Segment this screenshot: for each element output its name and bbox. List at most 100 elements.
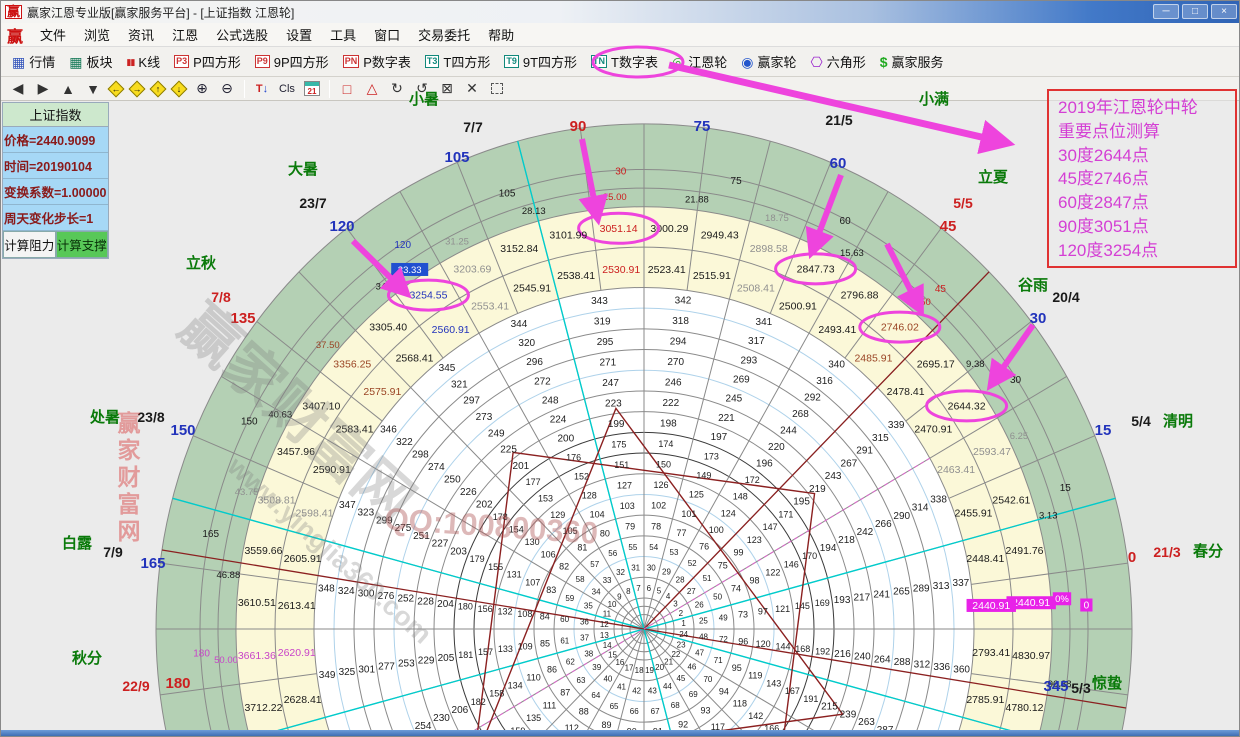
- pan-down-icon: ↓: [177, 84, 182, 94]
- t-icon: T: [256, 83, 263, 95]
- tool-nav-last-button[interactable]: ▶: [31, 79, 55, 99]
- calc-resistance-button[interactable]: 计算阻力: [3, 231, 56, 258]
- minimize-button[interactable]: ─: [1153, 4, 1179, 19]
- annotation-note-box: 2019年江恩轮中轮重要点位测算30度2644点45度2746点60度2847点…: [1047, 89, 1237, 268]
- index-name: 上证指数: [3, 103, 108, 127]
- info-row-0: 价格=2440.9099: [3, 127, 108, 153]
- pan-left-icon: ←: [112, 84, 121, 94]
- menu-item-3[interactable]: 江恩: [163, 23, 207, 46]
- toolbar-winner-wheel-button[interactable]: ◉赢家轮: [734, 50, 803, 74]
- toolbar-t-square-button[interactable]: T3T四方形: [418, 50, 497, 74]
- menu-item-7[interactable]: 窗口: [365, 23, 409, 46]
- triangle-tool-icon: △: [367, 80, 378, 97]
- title-bar: 赢 赢家江恩专业版[赢家服务平台] - [上证指数 江恩轮] ─□×: [1, 1, 1240, 23]
- calc-support-button[interactable]: 计算支撑: [56, 231, 109, 258]
- p-square-label: P四方形: [193, 52, 241, 71]
- toolbar-p-square-button[interactable]: P3 P四方形: [167, 50, 248, 74]
- tool-select-region-button[interactable]: [485, 79, 509, 99]
- zoom-in-icon: ⊕: [196, 80, 208, 97]
- hexagon-label: 六角形: [827, 52, 866, 71]
- toolbar-p-table-button[interactable]: PNP数字表: [336, 50, 418, 74]
- tool-calendar-button[interactable]: 21: [300, 79, 324, 99]
- tool-zoom-in-button[interactable]: ⊕: [190, 79, 214, 99]
- rotate-ccw-icon: ↺: [416, 80, 428, 97]
- menu-item-1[interactable]: 浏览: [75, 23, 119, 46]
- toolbar-separator: [329, 80, 330, 98]
- menu-item-6[interactable]: 工具: [321, 23, 365, 46]
- tool-triangle-tool-button[interactable]: △: [360, 79, 384, 99]
- toolbar-hexagon-button[interactable]: ⎔六角形: [803, 50, 872, 74]
- menu-logo-icon: 赢: [1, 23, 31, 47]
- rotate-cw-icon: ↻: [391, 80, 403, 97]
- bottom-status-strip: [1, 730, 1240, 737]
- tool-box-x-button[interactable]: ⊠: [435, 79, 459, 99]
- tool-shrink-button[interactable]: ✕: [460, 79, 484, 99]
- tool-pan-left-button[interactable]: ←: [106, 79, 126, 99]
- menu-bar: 赢 文件浏览资讯江恩公式选股设置工具窗口交易委托帮助: [1, 23, 1240, 47]
- 9p-square-label: 9P四方形: [274, 52, 329, 71]
- tool-pan-down-button[interactable]: ↓: [169, 79, 189, 99]
- zoom-out-icon: ⊖: [221, 80, 233, 97]
- dashed-select-icon: [491, 83, 503, 94]
- t-table-label: T数字表: [611, 52, 658, 71]
- t-square-icon: T3: [425, 55, 440, 68]
- menu-item-2[interactable]: 资讯: [119, 23, 163, 46]
- tool-rotate-cw-button[interactable]: ↻: [385, 79, 409, 99]
- 9p-square-icon: P9: [255, 55, 270, 68]
- tool-nav-up-button[interactable]: ▲: [56, 79, 80, 99]
- gann-wheel-label: 江恩轮: [688, 52, 727, 71]
- note-line-2: 30度2644点: [1058, 144, 1226, 168]
- toolbar-9p-square-button[interactable]: P9 9P四方形: [248, 50, 336, 74]
- quotes-icon: ▦: [12, 55, 25, 69]
- tool-square-tool-button[interactable]: □: [335, 79, 359, 99]
- toolbar-9t-square-button[interactable]: T99T四方形: [497, 50, 584, 74]
- note-line-6: 120度3254点: [1058, 239, 1226, 263]
- arrow-icon: ↓: [263, 83, 269, 95]
- pan-right-icon: →: [133, 84, 142, 94]
- calendar-icon: 21: [304, 81, 320, 96]
- nav-first-icon: ◀: [13, 80, 24, 97]
- p-square-icon: P3: [174, 55, 189, 68]
- tool-pan-right-button[interactable]: →: [127, 79, 147, 99]
- nav-last-icon: ▶: [38, 80, 49, 97]
- square-tool-icon: □: [343, 81, 351, 97]
- toolbar-quotes-button[interactable]: ▦行情: [5, 50, 62, 74]
- p-table-label: P数字表: [363, 52, 411, 71]
- menu-item-8[interactable]: 交易委托: [409, 23, 479, 46]
- menu-item-9[interactable]: 帮助: [479, 23, 523, 46]
- info-row-1: 时间=20190104: [3, 153, 108, 179]
- menu-item-4[interactable]: 公式选股: [207, 23, 277, 46]
- nav-down-icon: ▼: [86, 81, 100, 97]
- tool-cls-button[interactable]: Cls: [275, 79, 299, 99]
- sectors-label: 板块: [86, 52, 112, 71]
- tool-zoom-out-button[interactable]: ⊖: [215, 79, 239, 99]
- box-x-icon: ⊠: [441, 80, 453, 97]
- t-square-label: T四方形: [443, 52, 490, 71]
- gann-wheel-icon: ◎: [672, 55, 684, 69]
- tool-rotate-ccw-button[interactable]: ↺: [410, 79, 434, 99]
- maximize-button[interactable]: □: [1182, 4, 1208, 19]
- tool-nav-first-button[interactable]: ◀: [6, 79, 30, 99]
- menu-item-0[interactable]: 文件: [31, 23, 75, 46]
- winner-wheel-label: 赢家轮: [757, 52, 796, 71]
- shrink-icon: ✕: [466, 80, 478, 97]
- toolbar-winner-service-button[interactable]: $ 赢家服务: [873, 50, 951, 74]
- winner-service-label: 赢家服务: [892, 52, 944, 71]
- window-title: 赢家江恩专业版[赢家服务平台] - [上证指数 江恩轮]: [27, 4, 294, 21]
- tool-price-axis-button[interactable]: T↓: [250, 79, 274, 99]
- t-table-icon: TN: [591, 55, 607, 68]
- toolbar-t-table-button[interactable]: TN T数字表: [584, 50, 665, 74]
- cls-label: Cls: [279, 83, 295, 95]
- toolbar-gann-wheel-button[interactable]: ◎ 江恩轮: [665, 50, 734, 74]
- winner-service-icon: $: [880, 55, 888, 69]
- close-button[interactable]: ×: [1211, 4, 1237, 19]
- menu-item-5[interactable]: 设置: [277, 23, 321, 46]
- note-line-1: 重要点位测算: [1058, 120, 1226, 144]
- 9t-square-label: 9T四方形: [523, 52, 577, 71]
- p-table-icon: PN: [343, 55, 360, 68]
- tool-nav-down-button[interactable]: ▼: [81, 79, 105, 99]
- tool-pan-up-button[interactable]: ↑: [148, 79, 168, 99]
- toolbar-sectors-button[interactable]: ▦板块: [62, 50, 119, 74]
- note-line-3: 45度2746点: [1058, 167, 1226, 191]
- toolbar-kline-button[interactable]: ▮▮K线: [120, 50, 168, 74]
